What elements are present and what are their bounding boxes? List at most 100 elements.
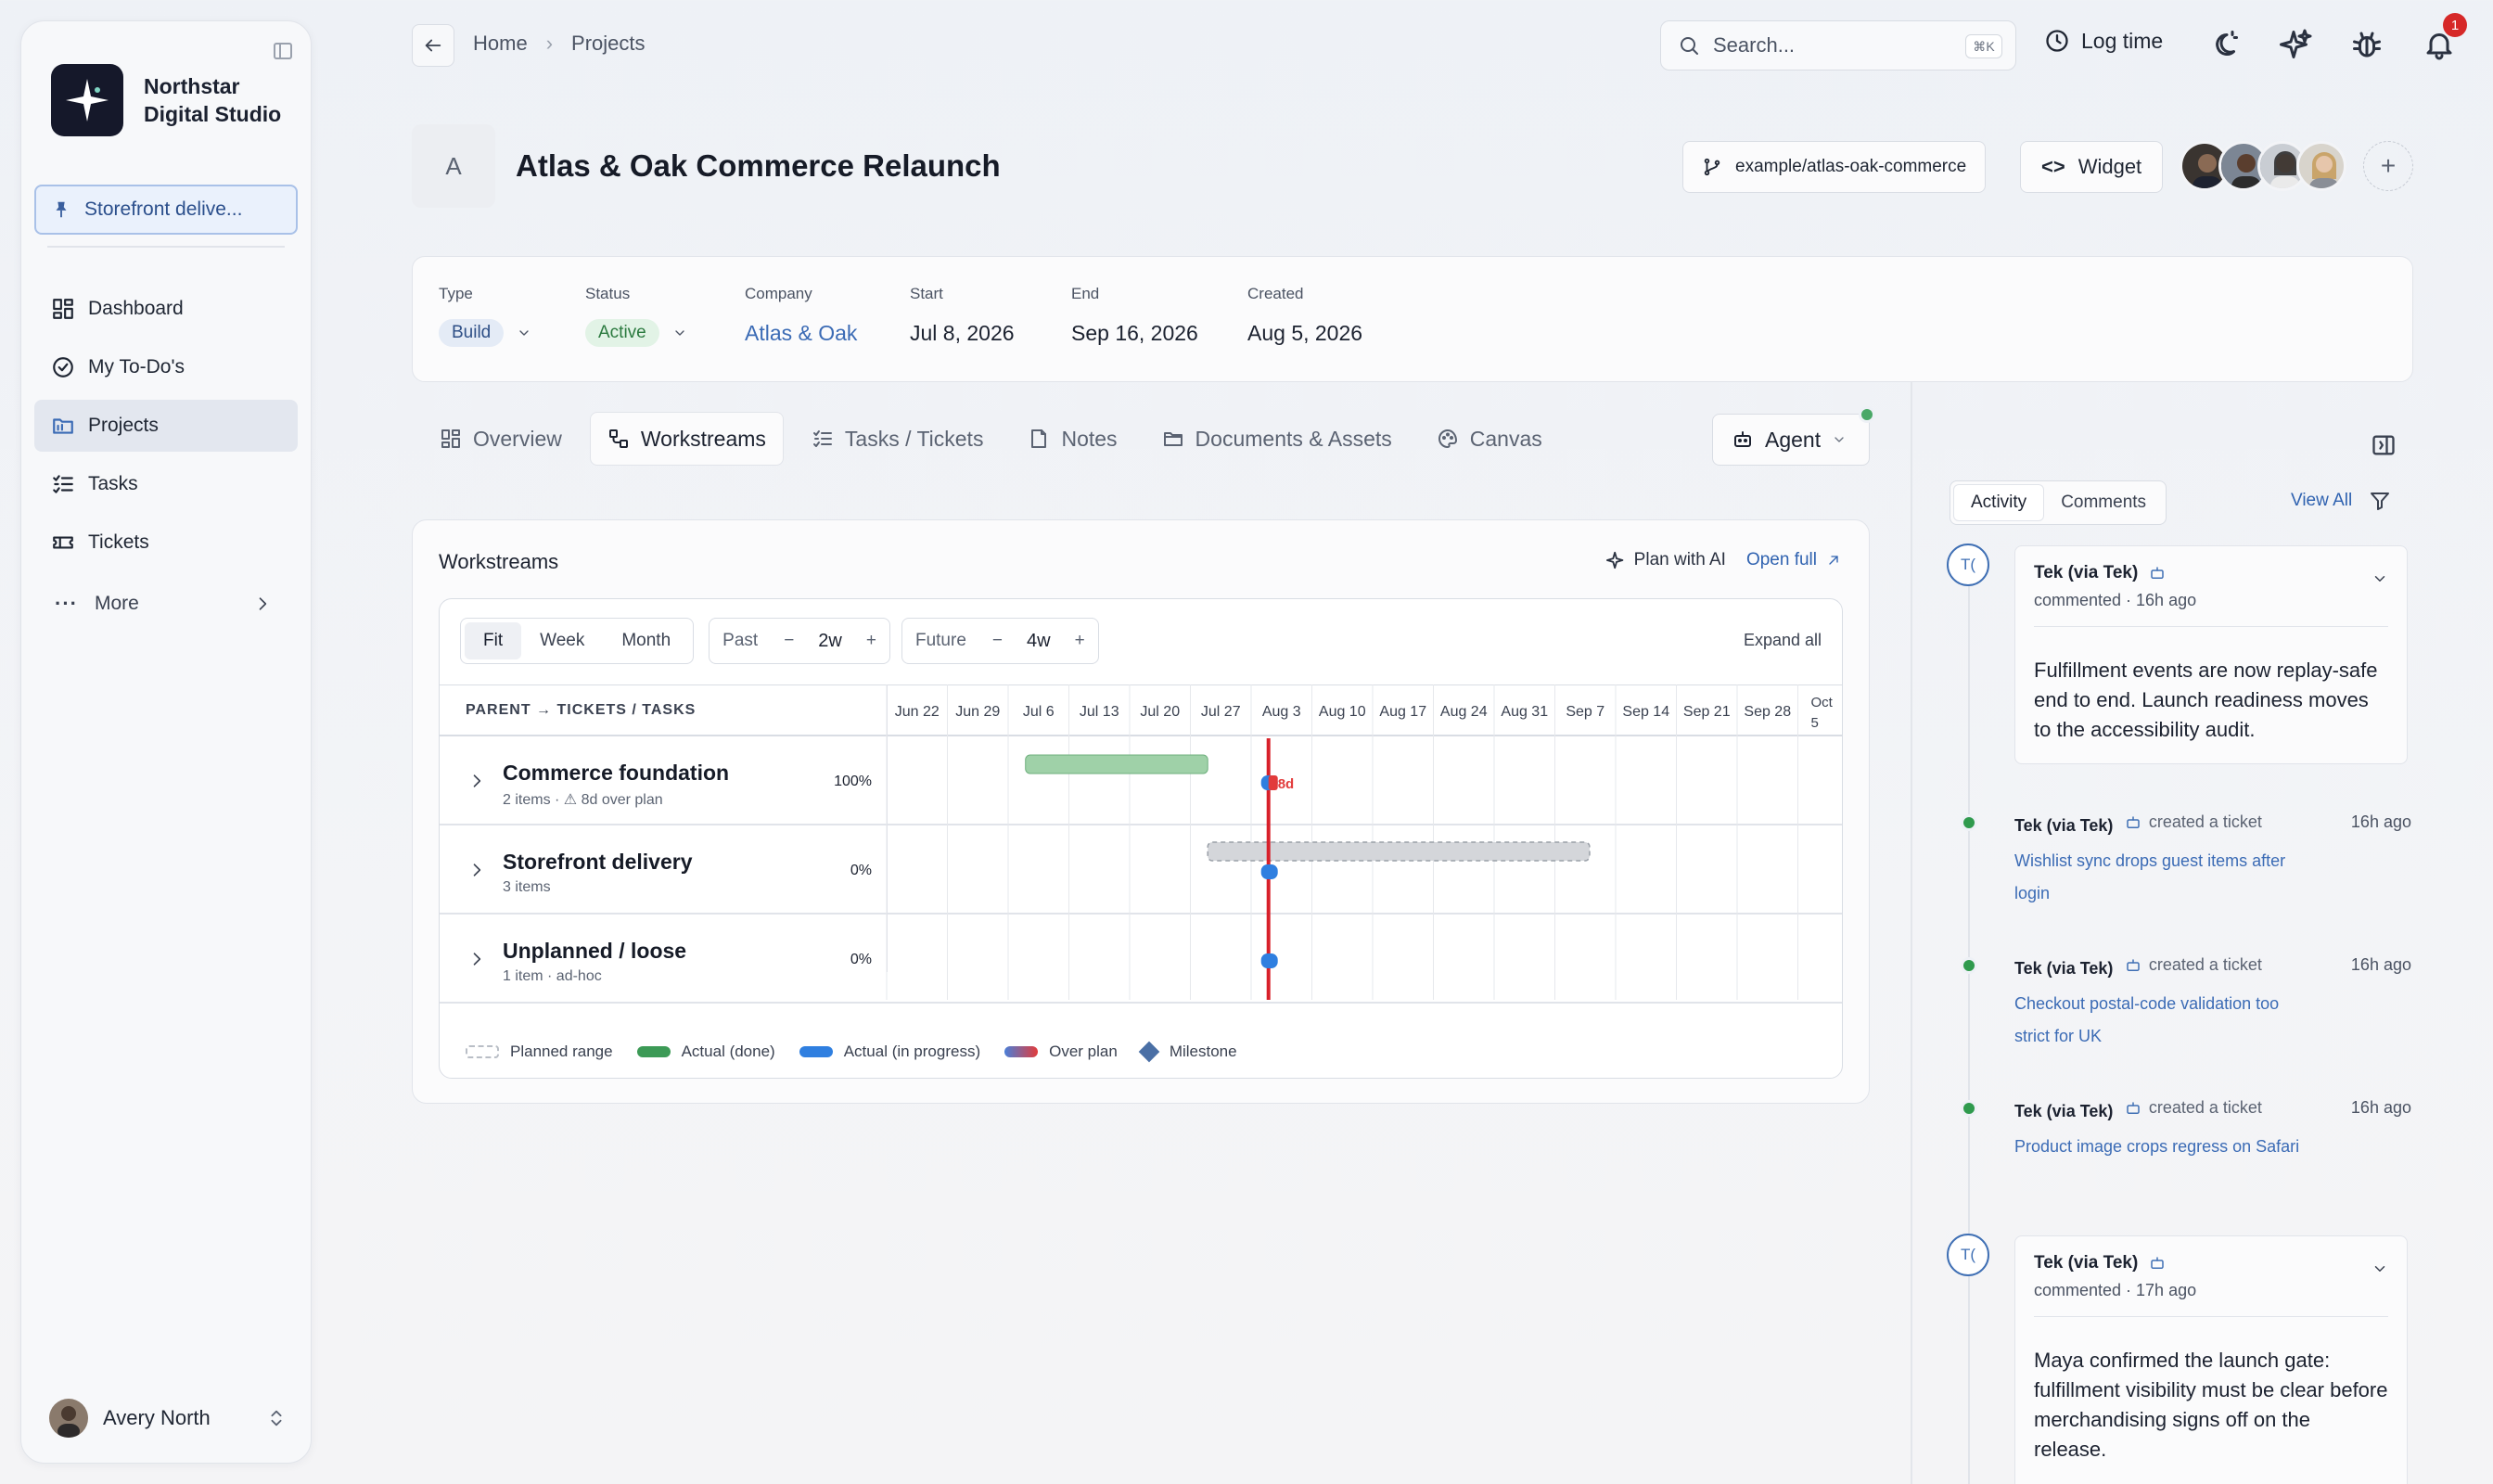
task-list-icon (812, 430, 832, 447)
org-name: Northstar Digital Studio (144, 72, 281, 128)
legend-planned: Planned range (466, 1043, 613, 1061)
robot-icon (1734, 431, 1751, 447)
tab-documents-assets[interactable]: Documents & Assets (1145, 412, 1409, 466)
author-name: Tek (via Tek) (2014, 958, 2114, 978)
chevron-down-icon[interactable] (2372, 570, 2388, 587)
sidebar-item-dashboard[interactable]: Dashboard (34, 283, 298, 335)
page-title: Atlas & Oak Commerce Relaunch (516, 148, 1001, 183)
sidebar-item-tasks[interactable]: Tasks (34, 458, 298, 510)
panel-toggle-icon[interactable] (2371, 432, 2397, 458)
avatar: T( (1947, 544, 1989, 586)
org-name-line2: Digital Studio (144, 102, 282, 126)
member-avatars[interactable] (2180, 141, 2346, 191)
status-badge: Active (585, 319, 659, 347)
ai-sparkle-icon[interactable] (2280, 28, 2313, 61)
tab-tasks-tickets[interactable]: Tasks / Tickets (795, 412, 1001, 466)
robot-icon (2151, 1257, 2165, 1269)
comment-body: Fulfillment events are now replay-safe e… (2034, 659, 2378, 741)
agent-label: Agent (1765, 427, 1822, 452)
bug-report-icon[interactable] (2350, 28, 2384, 61)
comment-card[interactable]: Tek (via Tek) commented · 17h ago Maya c… (2014, 1235, 2408, 1484)
repo-label: example/atlas-oak-commerce (1735, 157, 1967, 176)
ticket-link[interactable]: Checkout postal-code validation too stri… (2014, 988, 2311, 1053)
project-tabs: Overview Workstreams Tasks / Tickets Not… (423, 412, 1570, 466)
ticket-link[interactable]: Product image crops regress on Safari (2014, 1131, 2311, 1163)
activity-action: created a ticket (2125, 1098, 2262, 1118)
ticket-link[interactable]: Wishlist sync drops guest items after lo… (2014, 845, 2311, 910)
sidebar-item-label: Tickets (88, 531, 149, 553)
agent-button[interactable]: Agent (1712, 414, 1870, 466)
folder-icon (53, 418, 73, 434)
milestone-diamond-icon (1138, 1041, 1160, 1063)
log-time-label: Log time (2081, 28, 2164, 53)
filter-icon[interactable] (2369, 490, 2391, 512)
chevron-updown-icon (271, 1410, 282, 1426)
legend-over-plan: Over plan (1004, 1043, 1118, 1061)
sidebar-more[interactable]: ··· More (34, 578, 298, 630)
sidebar-item-tickets[interactable]: Tickets (34, 517, 298, 569)
actual-done-bar (1025, 754, 1208, 774)
meta-end: End Sep 16, 2026 (1071, 285, 1198, 348)
breadcrumb-projects[interactable]: Projects (571, 32, 645, 56)
legend-actual-progress: Actual (in progress) (799, 1043, 980, 1061)
widget-button[interactable]: <> Widget (2020, 141, 2164, 193)
agent-online-indicator (1859, 406, 1875, 423)
org-brand[interactable]: Northstar Digital Studio (51, 64, 281, 136)
ticket-icon (53, 536, 73, 549)
tab-label: Documents & Assets (1195, 426, 1392, 451)
sidebar-nav: Dashboard My To-Do's Projects Tasks Tick… (34, 283, 298, 575)
tab-overview[interactable]: Overview (423, 412, 579, 466)
planned-range-bar (1207, 841, 1591, 862)
theme-toggle-icon[interactable] (2207, 28, 2241, 61)
back-button[interactable] (412, 24, 454, 67)
week-tick-label: Aug 31 (1501, 704, 1548, 720)
workstreams-actions: Plan with AI Open full (1605, 550, 1841, 570)
tab-comments[interactable]: Comments (2044, 484, 2163, 521)
robot-icon (2151, 567, 2165, 579)
gantt-chart: Fit Week Month Past − 2w + Future − 4w +… (439, 598, 1843, 1079)
activity-time: 16h ago (2350, 812, 2411, 831)
view-all-link[interactable]: View All (2291, 490, 2391, 512)
meta-company: Company Atlas & Oak (745, 285, 857, 348)
legend-milestone: Milestone (1138, 1041, 1237, 1063)
sidebar-item-my-todos[interactable]: My To-Do's (34, 341, 298, 393)
activity-action-label: created a ticket (2148, 1098, 2262, 1117)
sidebar-item-label: My To-Do's (88, 356, 185, 377)
sidebar-item-projects[interactable]: Projects (34, 400, 298, 452)
tab-canvas[interactable]: Canvas (1420, 412, 1559, 466)
week-tick-label: Aug 24 (1440, 704, 1488, 720)
over-plan-label: 8d (1278, 776, 1295, 792)
tab-workstreams[interactable]: Workstreams (589, 412, 784, 466)
add-member-button[interactable]: + (2363, 141, 2413, 191)
start-date: Jul 8, 2026 (910, 320, 1015, 345)
repo-link-button[interactable]: example/atlas-oak-commerce (1682, 141, 1987, 193)
activity-dot (1961, 957, 1977, 974)
activity-dot (1961, 1100, 1977, 1117)
meta-label: Company (745, 285, 812, 302)
avatar (2296, 141, 2346, 191)
meta-type: Type Build (439, 285, 531, 348)
type-pill: Build (439, 319, 505, 347)
open-full-link[interactable]: Open full (1746, 550, 1841, 570)
type-select[interactable]: Build (439, 318, 531, 348)
tab-activity[interactable]: Activity (1953, 484, 2045, 521)
status-select[interactable]: Active (585, 318, 687, 348)
org-name-line1: Northstar (144, 74, 240, 98)
sidebar-collapse-icon[interactable] (272, 40, 294, 62)
week-tick-label: Jul 6 (1023, 704, 1055, 720)
user-menu[interactable]: Avery North (49, 1394, 287, 1442)
tab-notes[interactable]: Notes (1011, 412, 1133, 466)
search-input[interactable]: Search... ⌘K (1660, 20, 2016, 70)
author-name: Tek (via Tek) (2014, 815, 2114, 835)
chevron-right-icon (259, 597, 267, 610)
tab-label: Tasks / Tickets (844, 426, 984, 451)
org-logo-icon (51, 64, 123, 136)
project-meta: Type Build Status Active Company Atlas &… (412, 256, 2413, 382)
plan-with-ai-button[interactable]: Plan with AI (1605, 550, 1726, 570)
log-time-button[interactable]: Log time (2044, 28, 2163, 54)
chevron-down-icon[interactable] (2372, 1260, 2388, 1277)
breadcrumb-home[interactable]: Home (473, 32, 528, 56)
pinned-project[interactable]: Storefront delive... (34, 185, 298, 235)
company-link[interactable]: Atlas & Oak (745, 321, 857, 346)
comment-card[interactable]: Tek (via Tek) commented · 16h ago Fulfil… (2014, 545, 2408, 764)
